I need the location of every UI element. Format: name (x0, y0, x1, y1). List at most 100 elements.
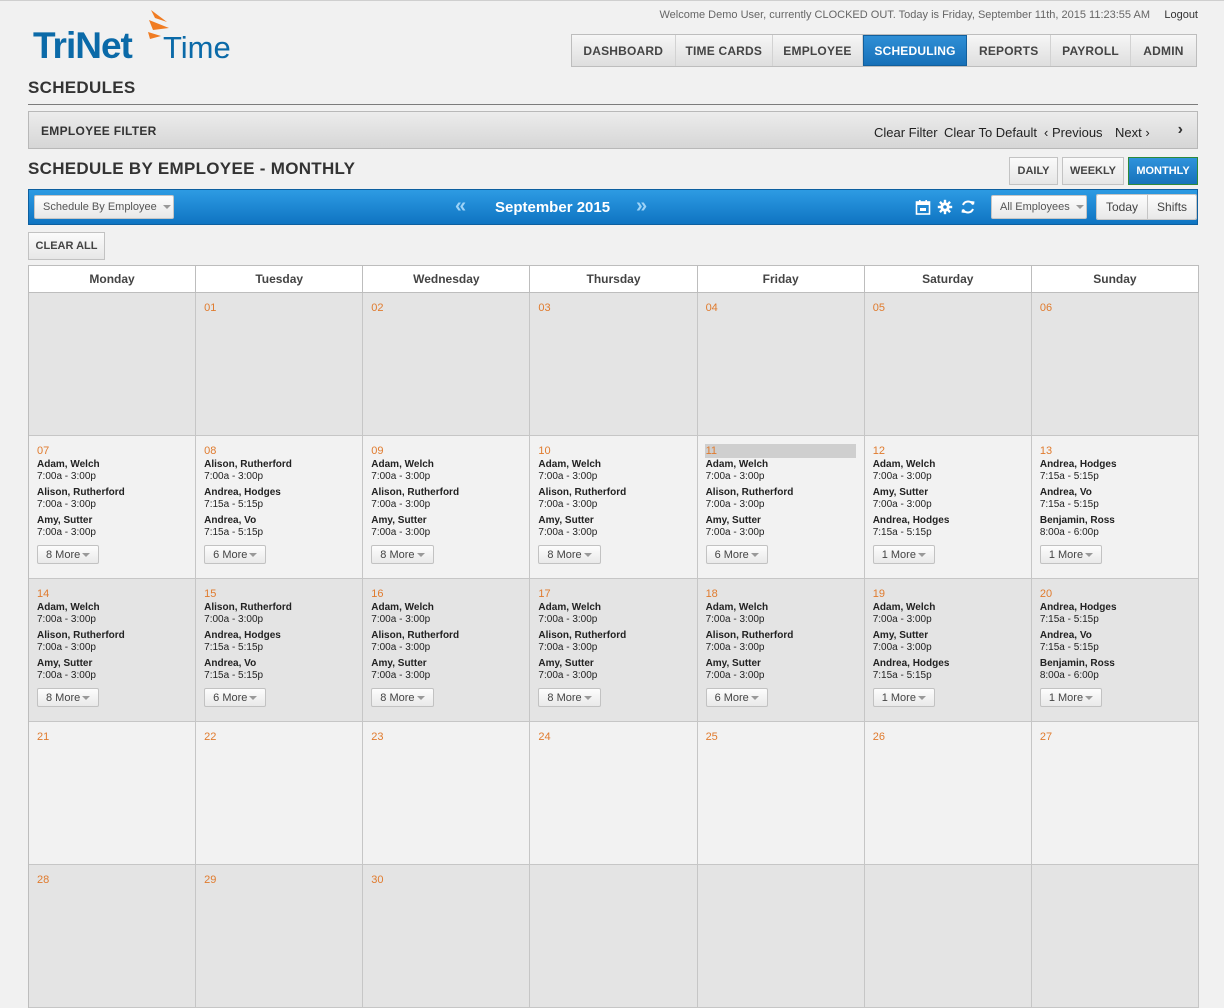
calendar-day-cell[interactable]: 19 Adam, Welch 7:00a - 3:00p Amy, Sutter 7:0… (864, 579, 1032, 722)
calendar-day-cell[interactable]: 16 Adam, Welch 7:00a - 3:00p Alison, Ruther… (363, 579, 531, 722)
more-shifts-button[interactable]: 8 More (37, 545, 100, 564)
schedule-entry[interactable]: Amy, Sutter 7:00a - 3:00p (538, 515, 688, 539)
schedule-entry[interactable]: Andrea, Vo 7:15a - 5:15p (204, 515, 354, 539)
schedule-entry[interactable]: Adam, Welch 7:00a - 3:00p (538, 602, 688, 626)
calendar-day-cell[interactable]: 26 (864, 722, 1032, 865)
schedule-entry[interactable]: Andrea, Hodges 7:15a - 5:15p (204, 630, 354, 654)
calendar-day-cell[interactable]: 23 (363, 722, 531, 865)
calendar-day-cell[interactable]: 02 (363, 293, 531, 436)
schedule-entry[interactable]: Andrea, Hodges 7:15a - 5:15p (873, 658, 1023, 682)
schedule-entry[interactable]: Alison, Rutherford 7:00a - 3:00p (706, 630, 856, 654)
nav-scheduling[interactable]: SCHEDULING (862, 35, 968, 66)
schedule-entry[interactable]: Adam, Welch 7:00a - 3:00p (538, 459, 688, 483)
schedule-entry[interactable]: Adam, Welch 7:00a - 3:00p (37, 602, 187, 626)
schedule-entry[interactable]: Adam, Welch 7:00a - 3:00p (706, 602, 856, 626)
more-shifts-button[interactable]: 6 More (705, 545, 768, 564)
calendar-day-cell[interactable]: 27 (1031, 722, 1199, 865)
shifts-button[interactable]: Shifts (1148, 195, 1197, 219)
schedule-entry[interactable]: Amy, Sutter 7:00a - 3:00p (706, 515, 856, 539)
schedule-entry[interactable]: Alison, Rutherford 7:00a - 3:00p (706, 487, 856, 511)
more-shifts-button[interactable]: 8 More (538, 545, 601, 564)
calendar-day-cell[interactable]: 05 (864, 293, 1032, 436)
schedule-entry[interactable]: Alison, Rutherford 7:00a - 3:00p (204, 602, 354, 626)
more-shifts-button[interactable]: 8 More (371, 545, 434, 564)
schedule-entry[interactable]: Alison, Rutherford 7:00a - 3:00p (37, 630, 187, 654)
clear-filter-link[interactable]: Clear Filter (874, 125, 938, 140)
calendar-day-cell[interactable]: 06 (1031, 293, 1199, 436)
schedule-entry[interactable]: Adam, Welch 7:00a - 3:00p (873, 459, 1023, 483)
schedule-entry[interactable]: Benjamin, Ross 8:00a - 6:00p (1040, 658, 1190, 682)
trinet-logo[interactable]: TriNet Time (33, 8, 253, 66)
daily-view-button[interactable]: DAILY (1009, 157, 1058, 185)
nav-admin[interactable]: ADMIN (1131, 35, 1196, 66)
schedule-entry[interactable]: Andrea, Hodges 7:15a - 5:15p (873, 515, 1023, 539)
monthly-view-button[interactable]: MONTHLY (1128, 157, 1198, 185)
more-shifts-button[interactable]: 8 More (371, 688, 434, 707)
today-button[interactable]: Today (1097, 195, 1149, 219)
schedule-entry[interactable]: Adam, Welch 7:00a - 3:00p (37, 459, 187, 483)
calendar-icon[interactable] (915, 199, 931, 215)
schedule-entry[interactable]: Adam, Welch 7:00a - 3:00p (371, 459, 521, 483)
schedule-view-select[interactable]: Schedule By Employee (34, 195, 174, 219)
calendar-day-cell[interactable]: 14 Adam, Welch 7:00a - 3:00p Alison, Ruther… (29, 579, 197, 722)
calendar-day-cell[interactable]: 28 (29, 865, 197, 1008)
gear-icon[interactable] (937, 199, 953, 215)
calendar-day-cell[interactable]: 08 Alison, Rutherford 7:00a - 3:00p Andrea,… (196, 436, 364, 579)
more-shifts-button[interactable]: 8 More (538, 688, 601, 707)
more-shifts-button[interactable]: 1 More (1039, 545, 1103, 564)
schedule-entry[interactable]: Andrea, Hodges 7:15a - 5:15p (1040, 602, 1190, 626)
more-shifts-button[interactable]: 1 More (872, 688, 935, 707)
previous-link[interactable]: ‹ Previous (1044, 125, 1103, 140)
calendar-day-cell[interactable]: 12 Adam, Welch 7:00a - 3:00p Amy, Sutter 7:0… (864, 436, 1032, 579)
calendar-day-cell[interactable] (530, 865, 698, 1008)
schedule-entry[interactable]: Alison, Rutherford 7:00a - 3:00p (37, 487, 187, 511)
schedule-entry[interactable]: Alison, Rutherford 7:00a - 3:00p (538, 630, 688, 654)
schedule-entry[interactable]: Amy, Sutter 7:00a - 3:00p (371, 515, 521, 539)
schedule-entry[interactable]: Andrea, Hodges 7:15a - 5:15p (1040, 459, 1190, 483)
more-shifts-button[interactable]: 6 More (204, 545, 267, 564)
nav-reports[interactable]: REPORTS (967, 35, 1052, 66)
expand-filter-icon[interactable]: › (1178, 121, 1183, 139)
calendar-day-cell[interactable]: 18 Adam, Welch 7:00a - 3:00p Alison, Ruther… (697, 579, 865, 722)
more-shifts-button[interactable]: 1 More (872, 545, 935, 564)
schedule-entry[interactable]: Amy, Sutter 7:00a - 3:00p (371, 658, 521, 682)
calendar-day-cell[interactable]: 30 (363, 865, 531, 1008)
schedule-entry[interactable]: Amy, Sutter 7:00a - 3:00p (37, 658, 187, 682)
calendar-day-cell[interactable] (1031, 865, 1199, 1008)
schedule-entry[interactable]: Alison, Rutherford 7:00a - 3:00p (538, 487, 688, 511)
nav-payroll[interactable]: PAYROLL (1051, 35, 1131, 66)
calendar-day-cell[interactable] (697, 865, 865, 1008)
calendar-day-cell[interactable]: 09 Adam, Welch 7:00a - 3:00p Alison, Ruther… (363, 436, 531, 579)
prev-month-icon[interactable]: « (455, 195, 466, 218)
schedule-entry[interactable]: Amy, Sutter 7:00a - 3:00p (37, 515, 187, 539)
calendar-day-cell[interactable]: 20 Andrea, Hodges 7:15a - 5:15p Andrea, Vo 7… (1031, 579, 1199, 722)
schedule-entry[interactable]: Amy, Sutter 7:00a - 3:00p (873, 487, 1023, 511)
calendar-day-cell[interactable]: 21 (29, 722, 197, 865)
schedule-entry[interactable]: Amy, Sutter 7:00a - 3:00p (706, 658, 856, 682)
calendar-day-cell[interactable]: 13 Andrea, Hodges 7:15a - 5:15p Andrea, Vo 7… (1031, 436, 1199, 579)
calendar-day-cell[interactable]: 29 (196, 865, 364, 1008)
calendar-day-cell[interactable]: 11 Adam, Welch 7:00a - 3:00p Alison, Ruther… (697, 436, 865, 579)
logout-link[interactable]: Logout (1164, 9, 1198, 21)
calendar-day-cell[interactable]: 03 (530, 293, 698, 436)
more-shifts-button[interactable]: 8 More (37, 688, 100, 707)
nav-time-cards[interactable]: TIME CARDS (676, 35, 774, 66)
clear-all-button[interactable]: CLEAR ALL (28, 232, 105, 260)
calendar-day-cell[interactable]: 22 (196, 722, 364, 865)
schedule-entry[interactable]: Andrea, Hodges 7:15a - 5:15p (204, 487, 354, 511)
employee-filter-bar[interactable]: EMPLOYEE FILTER Clear Filter Clear To De… (28, 111, 1198, 149)
schedule-entry[interactable]: Adam, Welch 7:00a - 3:00p (873, 602, 1023, 626)
more-shifts-button[interactable]: 6 More (204, 688, 267, 707)
schedule-entry[interactable]: Adam, Welch 7:00a - 3:00p (371, 602, 521, 626)
nav-employee[interactable]: EMPLOYEE (773, 35, 863, 66)
calendar-day-cell[interactable]: 01 (196, 293, 364, 436)
schedule-entry[interactable]: Alison, Rutherford 7:00a - 3:00p (204, 459, 354, 483)
schedule-entry[interactable]: Alison, Rutherford 7:00a - 3:00p (371, 630, 521, 654)
calendar-day-cell[interactable]: 10 Adam, Welch 7:00a - 3:00p Alison, Ruther… (530, 436, 698, 579)
schedule-entry[interactable]: Andrea, Vo 7:15a - 5:15p (1040, 630, 1190, 654)
next-link[interactable]: Next › (1115, 125, 1150, 140)
schedule-entry[interactable]: Andrea, Vo 7:15a - 5:15p (1040, 487, 1190, 511)
schedule-entry[interactable]: Amy, Sutter 7:00a - 3:00p (873, 630, 1023, 654)
calendar-day-cell[interactable]: 17 Adam, Welch 7:00a - 3:00p Alison, Ruther… (530, 579, 698, 722)
schedule-entry[interactable]: Adam, Welch 7:00a - 3:00p (706, 459, 856, 483)
